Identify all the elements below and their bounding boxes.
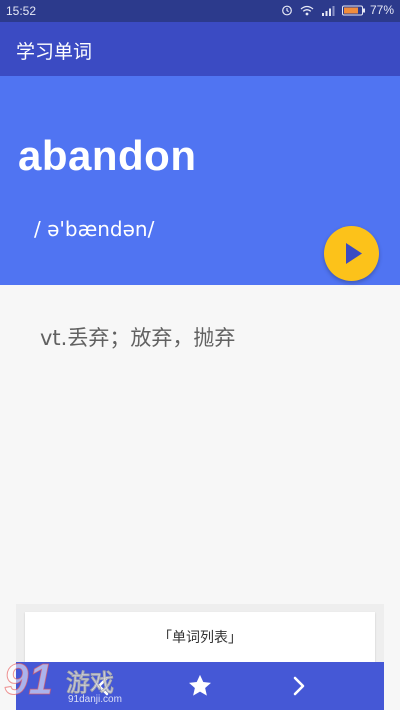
- word-text: abandon: [18, 132, 197, 179]
- word-card: abandon / ə'bændən/: [0, 76, 400, 285]
- previous-word-button[interactable]: [80, 662, 128, 710]
- chevron-right-icon: [293, 676, 305, 696]
- bottom-nav-bar: [16, 662, 384, 710]
- phonetic-text: / ə'bændən/: [34, 217, 155, 241]
- app-bar: 学习单词: [0, 22, 400, 76]
- wifi-icon: [300, 5, 314, 16]
- definition-text: vt.丢弃；放弃，抛弃: [40, 326, 236, 350]
- signal-icon: [321, 5, 335, 16]
- star-icon: [189, 674, 211, 696]
- chevron-left-icon: [97, 676, 109, 696]
- word-list-button[interactable]: 「单词列表」: [25, 612, 375, 662]
- battery-icon: [341, 5, 366, 16]
- status-bar: 15:52 77%: [0, 0, 400, 22]
- status-icons: 77%: [274, 3, 394, 17]
- alarm-icon: [281, 4, 293, 16]
- favorite-button[interactable]: [176, 662, 224, 710]
- play-icon: [346, 243, 362, 264]
- play-pronunciation-button[interactable]: [324, 226, 379, 281]
- app-title: 学习单词: [16, 41, 93, 63]
- battery-percent: 77%: [369, 3, 394, 17]
- next-word-button[interactable]: [274, 662, 322, 710]
- status-time: 15:52: [6, 4, 37, 18]
